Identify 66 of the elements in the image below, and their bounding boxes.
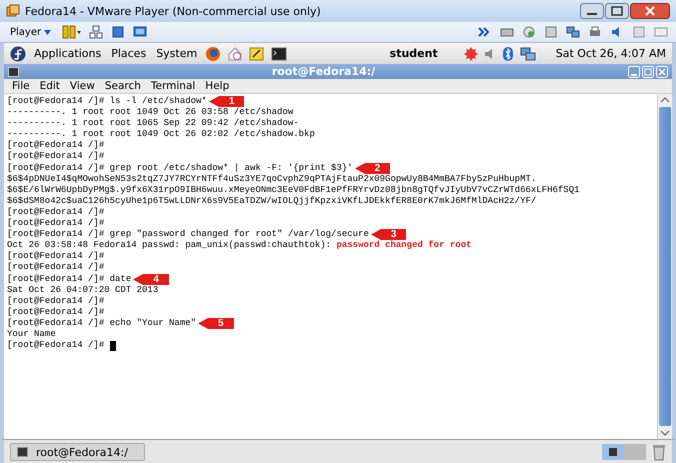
panel-menu[interactable]: Applications — [32, 47, 104, 60]
terminal-text: Your Name — [7, 328, 56, 340]
arrow-head-icon — [370, 229, 381, 240]
arrow-head-icon — [208, 96, 219, 108]
close-icon[interactable] — [630, 3, 670, 19]
scrollbar[interactable] — [657, 94, 672, 439]
menu-item[interactable]: Terminal — [146, 80, 200, 92]
terminal-text: $6$E/6lWrW6UpbDyPMg$.y9fx6X31rpO9IBH6wuu.xMeyeONmc3EeV0FdBF1ePfFRYrvDz08jbn8gTQfvJIyUbV7vCZrWTd66xLFH6fSQ1 — [7, 184, 580, 196]
printer-icon[interactable] — [588, 25, 602, 39]
update-alert-icon[interactable] — [464, 46, 478, 60]
menu-item[interactable]: View — [66, 80, 99, 92]
terminal-text: [root@Fedora14 /]# — [7, 151, 104, 163]
terminal-text: Oct 26 03:58:48 Fedora14 passwd: pam_unix(passwd:chauthtok): — [7, 240, 332, 252]
caret-icon — [44, 30, 52, 34]
workspace-switcher-icon[interactable] — [602, 443, 646, 461]
terminal-text: [root@Fedora14 /]# — [7, 340, 106, 352]
terminal-text: [root@Fedora14 /]# — [7, 296, 104, 307]
window-title: Fedora14 - VMware Player (Non-commercial use only) — [25, 4, 321, 18]
menu-item[interactable]: Help — [201, 80, 234, 92]
terminal-text: [root@Fedora14 /]# — [7, 251, 104, 262]
network-status-icon[interactable] — [520, 46, 536, 60]
minimize-icon[interactable] — [580, 3, 604, 19]
pause-icon[interactable] — [61, 25, 82, 39]
arrow-head-icon — [198, 318, 208, 329]
taskbar-button[interactable]: root@Fedora14:/ — [10, 443, 145, 461]
panel-menu[interactable]: System — [154, 47, 200, 60]
terminal-text: ----------. 1 root root 1049 Oct 26 03:58 /etc/shadow — [7, 107, 294, 118]
arrow-head-icon — [354, 162, 365, 174]
network-icon[interactable] — [89, 25, 104, 39]
menu-item[interactable]: File — [8, 80, 34, 92]
terminal-text: [root@Fedora14 /]# — [7, 206, 104, 218]
terminal-text: [root@Fedora14 /]# echo "Your Name" — [7, 318, 196, 329]
arrow-head-icon — [133, 274, 144, 285]
terminal-text: $6$dSM8o42c$uaC126h5cyUhe1p6T5wLLDNrX6s9V5EaTDZW/wIOLQjjfKpzxiVKfLJDEkkfER8E0rK7mkJ6MfMlDAcH2z/YF/ — [7, 196, 536, 207]
panel-menu[interactable]: Places — [109, 47, 148, 60]
terminal-text: [root@Fedora14 /]# ls -l /etc/shadow* — [7, 96, 207, 108]
user-name: student — [390, 47, 438, 60]
player-menu[interactable]: Player — [8, 26, 54, 38]
menu-item[interactable]: Search — [100, 80, 145, 92]
terminal-icon — [17, 447, 28, 457]
terminal-text: [root@Fedora14 /]# — [7, 262, 104, 274]
text-cursor — [110, 340, 116, 351]
maximize-icon[interactable] — [605, 3, 629, 19]
terminal-text: [root@Fedora14 /]# date — [7, 274, 132, 285]
terminal-text: [root@Fedora14 /]# grep "password changed for root" /var/log/secure — [7, 229, 369, 240]
terminal-text: ----------. 1 root root 1049 Oct 26 02:02 /etc/shadow.bkp — [7, 129, 315, 140]
highlighted-text: password changed for root — [336, 240, 472, 252]
clock[interactable]: Sat Oct 26, 4:07 AM — [556, 47, 666, 60]
trash-icon[interactable] — [652, 443, 666, 461]
terminal-text: [root@Fedora14 /]# — [7, 218, 104, 230]
terminal-text: [root@Fedora14 /]# — [7, 140, 104, 152]
terminal-icon[interactable] — [271, 46, 288, 62]
network-adapter-icon[interactable] — [566, 25, 580, 39]
terminal-text: ----------. 1 root root 1065 Sep 22 09:42 /etc/shadow- — [7, 118, 299, 130]
terminal-text: $6$4pDNUeI4$qMOwohSeN53s2tqZ7JY7RCYrNTFf4uSz3YE7qoCvphZ9qPTAjFtauP2x09GopwUy8B4MmBA7Fby5zPuHbupMT. — [7, 174, 536, 185]
menu-item[interactable]: Edit — [36, 80, 64, 92]
fullscreen-icon[interactable] — [111, 25, 126, 39]
unity-icon[interactable] — [133, 25, 148, 39]
bluetooth-icon[interactable] — [502, 46, 514, 60]
terminal-text: [root@Fedora14 /]# — [7, 306, 104, 318]
chevron-icon[interactable] — [478, 25, 492, 39]
scroll-thumb[interactable] — [659, 107, 671, 426]
terminal-text: [root@Fedora14 /]# grep root /etc/shadow* | awk -F: '{print $3}' — [7, 162, 353, 174]
terminal-text: Sat Oct 26 04:07:20 CDT 2013 — [7, 284, 158, 296]
terminal-title: root@Fedora14:/ — [270, 65, 376, 78]
notes-icon[interactable] — [249, 46, 266, 62]
